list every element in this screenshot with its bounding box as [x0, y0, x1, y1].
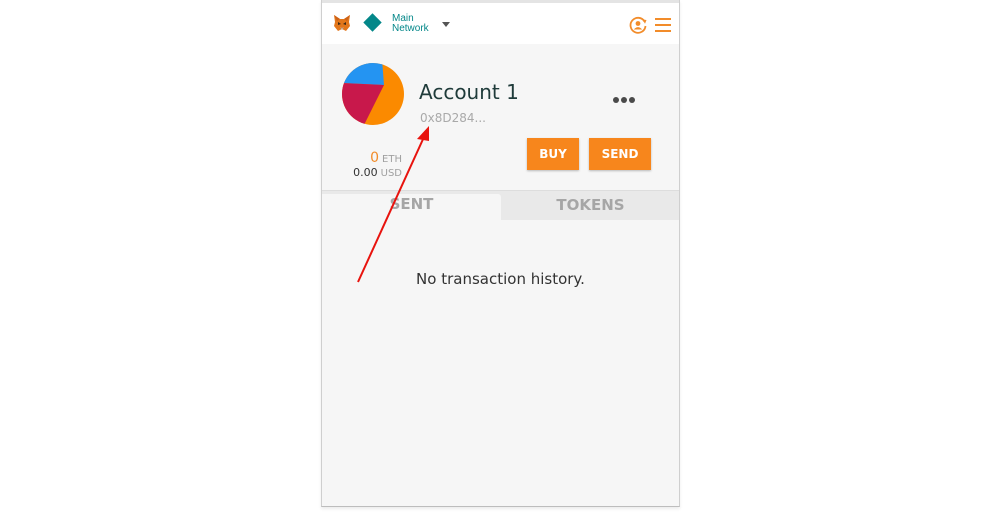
network-selector[interactable]: Main Network: [392, 14, 429, 34]
metamask-fox-icon[interactable]: [332, 13, 352, 33]
account-avatar[interactable]: [342, 63, 404, 125]
account-name[interactable]: Account 1: [419, 80, 519, 104]
tab-bar: SENT TOKENS: [322, 190, 679, 220]
usd-balance-row: 0.00 USD: [353, 161, 402, 180]
network-label-line2: Network: [392, 23, 429, 34]
tab-sent[interactable]: SENT: [322, 194, 501, 220]
usd-balance-value: 0.00: [353, 166, 378, 179]
caret-down-icon[interactable]: [442, 22, 450, 27]
screen: Main Network Account 1 0x8D284... 0 ETH …: [0, 0, 1000, 515]
account-address[interactable]: 0x8D284...: [420, 111, 486, 125]
more-options-icon[interactable]: [613, 88, 637, 103]
buy-button[interactable]: BUY: [527, 138, 579, 170]
network-diamond-icon[interactable]: [363, 13, 382, 32]
top-bar: Main Network: [322, 0, 679, 44]
empty-history-message: No transaction history.: [416, 270, 585, 288]
balance-display: 0 ETH 0.00 USD: [332, 147, 402, 180]
wallet-popup: Main Network Account 1 0x8D284... 0 ETH …: [321, 0, 680, 507]
hamburger-menu-icon[interactable]: [655, 18, 671, 32]
usd-balance-unit: USD: [380, 168, 402, 179]
account-switch-icon[interactable]: [628, 15, 648, 35]
tab-tokens[interactable]: TOKENS: [502, 191, 679, 220]
send-button[interactable]: SEND: [589, 138, 651, 170]
